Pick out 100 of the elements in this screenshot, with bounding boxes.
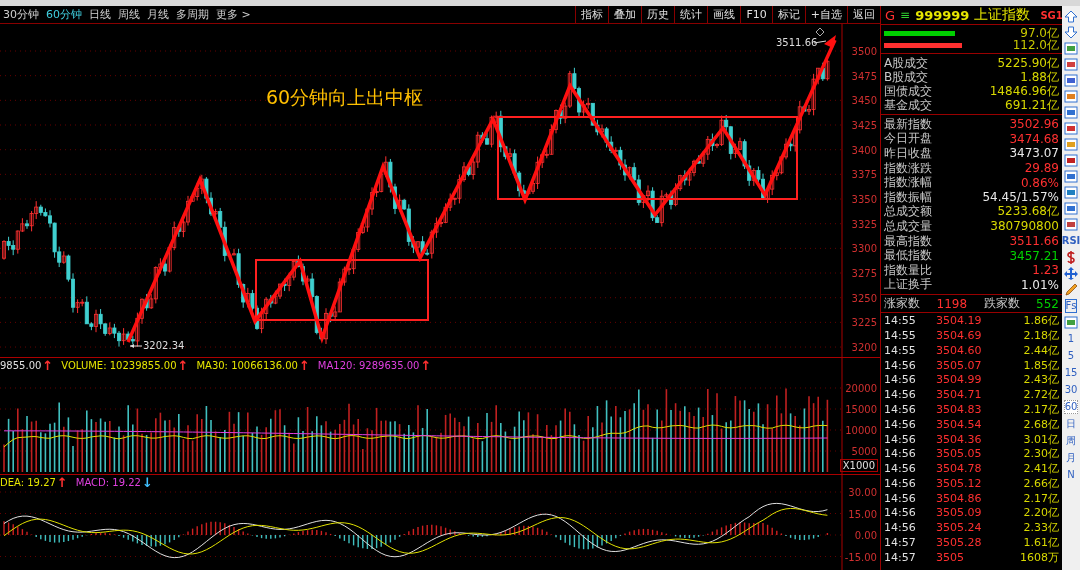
- up-arrow-icon[interactable]: [1064, 10, 1078, 23]
- tick-volume: 2.33亿: [1022, 520, 1059, 536]
- pencil-icon[interactable]: [1064, 283, 1078, 296]
- axis-label: 3400: [851, 144, 877, 156]
- tick-volume: 3.01亿: [1022, 431, 1059, 447]
- stat-value: 3457.21: [1009, 248, 1059, 263]
- trend-arrow: ↑: [420, 360, 432, 371]
- period-button[interactable]: 周: [1065, 434, 1077, 448]
- period-button[interactable]: 日: [1065, 417, 1077, 431]
- tool-icon[interactable]: [1064, 218, 1078, 231]
- stat-label: A股成交: [884, 54, 929, 71]
- stat-value: 1198: [936, 296, 968, 311]
- period-button[interactable]: 60: [1063, 400, 1079, 414]
- tick-volume: 2.18亿: [1022, 327, 1059, 343]
- tick-volume: 1.61亿: [1022, 535, 1059, 551]
- dollar-icon[interactable]: [1066, 251, 1076, 264]
- tick-time: 14:56: [884, 521, 917, 535]
- toolbar-button[interactable]: F10: [740, 6, 772, 23]
- move-icon[interactable]: [1064, 267, 1078, 280]
- axis-label: 15000: [845, 404, 877, 415]
- tick-volume: 2.20亿: [1022, 505, 1059, 521]
- diamond-icon[interactable]: [815, 27, 825, 37]
- tick-volume: 2.41亿: [1022, 461, 1059, 477]
- tool-icon[interactable]: [1064, 106, 1078, 119]
- axis-label: 3200: [851, 342, 877, 354]
- fs-button[interactable]: Fs: [1064, 299, 1078, 313]
- tick-price: 3505.24: [936, 521, 983, 535]
- toolbar-button[interactable]: +自选: [804, 6, 847, 23]
- period-button[interactable]: 月: [1065, 451, 1077, 465]
- tool-icon[interactable]: [1064, 138, 1078, 151]
- tick-price: 3504.69: [936, 328, 983, 342]
- tool-icon[interactable]: [1064, 74, 1078, 87]
- tool-icon[interactable]: [1064, 42, 1078, 55]
- tick-price: 3504.19: [936, 314, 983, 328]
- low-marker: [129, 344, 143, 348]
- tick-price: 3504.83: [936, 402, 983, 416]
- tool-icon[interactable]: [1064, 202, 1078, 215]
- tick-time: 14:56: [884, 462, 917, 476]
- axis-label: 3275: [851, 268, 877, 280]
- stock-name: 上证指数: [974, 6, 1031, 24]
- stat-label: 涨家数: [884, 295, 920, 313]
- stat-label: 今日开盘: [884, 130, 932, 147]
- period-tab[interactable]: 日线: [89, 7, 111, 22]
- stat-value: 380790800: [990, 219, 1059, 234]
- toolbar-button[interactable]: 历史: [641, 6, 675, 23]
- menu-icon[interactable]: ≡: [900, 8, 911, 22]
- axis-label: 5000: [851, 446, 877, 457]
- stat-label: B股成交: [884, 69, 929, 85]
- toolbar-button[interactable]: 叠加: [608, 6, 642, 23]
- stat-value: 3473.07: [1009, 146, 1059, 161]
- period-tab[interactable]: 60分钟: [46, 7, 82, 22]
- axis-label: 3475: [851, 70, 877, 82]
- tick-time: 14:55: [884, 343, 917, 357]
- trend-arrow: ↑: [56, 477, 68, 488]
- period-button[interactable]: 5: [1066, 349, 1076, 363]
- period-tab[interactable]: 30分钟: [3, 7, 39, 22]
- period-button[interactable]: 1: [1066, 332, 1076, 346]
- tick-price: 3505.09: [936, 506, 983, 520]
- period-tab[interactable]: 多周期: [176, 7, 209, 22]
- period-tab[interactable]: 月线: [147, 7, 169, 22]
- toolbar-button[interactable]: 返回: [847, 6, 880, 23]
- rsi-button[interactable]: RSI: [1060, 234, 1080, 248]
- tool-icon[interactable]: [1064, 186, 1078, 199]
- tool-icon[interactable]: [1064, 170, 1078, 183]
- period-button[interactable]: 15: [1063, 366, 1079, 380]
- legend-text: 9855.00: [0, 360, 42, 371]
- legend-text: DEA: 19.27: [0, 477, 56, 488]
- stat-label: 国债成交: [884, 83, 932, 99]
- tick-time: 14:57: [884, 550, 917, 564]
- period-tab[interactable]: 周线: [118, 7, 140, 22]
- axis-label: 3425: [851, 120, 877, 131]
- axis-label: 3500: [851, 46, 877, 57]
- tick-time: 14:56: [884, 476, 917, 490]
- toolbar-button[interactable]: 画线: [707, 6, 741, 23]
- axis-label: 15.00: [848, 508, 877, 520]
- tick-volume: 2.66亿: [1022, 475, 1059, 491]
- toolbar-button[interactable]: 指标: [575, 6, 609, 23]
- stat-label: 总成交量: [884, 217, 932, 235]
- tool-icon[interactable]: [1064, 90, 1078, 103]
- down-arrow-icon[interactable]: [1064, 26, 1078, 39]
- axis-label: 3300: [851, 243, 877, 255]
- stat-label: 昨日收盘: [884, 145, 932, 162]
- period-button[interactable]: 30: [1063, 383, 1079, 397]
- toolbar-button[interactable]: 标记: [771, 6, 805, 23]
- stat-value: 552: [1036, 296, 1059, 311]
- trend-arrow: ↑: [177, 360, 189, 371]
- stat-value: 3474.68: [1009, 131, 1059, 146]
- period-tab[interactable]: 更多 >: [216, 7, 251, 22]
- tick-price: 3504.54: [936, 417, 983, 431]
- period-button[interactable]: N: [1066, 468, 1076, 482]
- trend-arrow: ↓: [141, 477, 153, 488]
- tick-volume: 1.86亿: [1022, 313, 1059, 329]
- stat-label: 最新指数: [884, 115, 932, 132]
- tool-icon[interactable]: [1064, 122, 1078, 135]
- tick-time: 14:56: [884, 373, 917, 387]
- trend-arrow: ↑: [42, 360, 54, 371]
- tool-icon[interactable]: [1064, 154, 1078, 167]
- stat-label: 指数涨幅: [884, 174, 932, 191]
- tool-icon[interactable]: [1064, 58, 1078, 71]
- toolbar-button[interactable]: 统计: [674, 6, 708, 23]
